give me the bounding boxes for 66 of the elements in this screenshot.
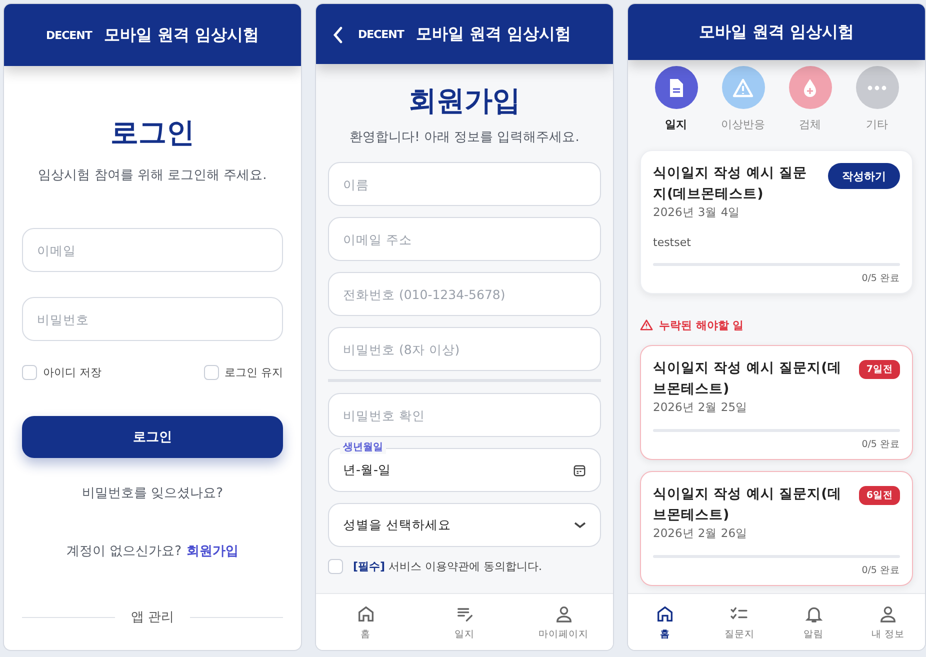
page-subtitle: 임상시험 참여를 위해 로그인해 주세요. [37, 167, 268, 184]
checkbox[interactable] [204, 365, 218, 380]
input-field[interactable]: 비밀번호 확인 [328, 393, 601, 437]
home-icon [356, 604, 376, 624]
input-field[interactable]: 이메일 [22, 228, 283, 272]
section-heading: 누락된 해야할 일 [659, 318, 744, 333]
nav-tab[interactable]: 마이페이지 [514, 594, 613, 650]
task-date: 2026년 2월 26일 [653, 526, 749, 541]
home-icon [655, 604, 676, 624]
chevron-down-icon [574, 521, 586, 529]
header-title: 모바일 원격 임상시험 [416, 24, 572, 44]
calendar-icon [573, 464, 586, 476]
overdue-badge: 7일전 [859, 360, 900, 379]
header-title: 모바일 원격 임상시험 [104, 24, 260, 46]
input-field[interactable]: 이름 [328, 162, 601, 206]
task-title: 식이일지 작성 예시 질문지(데브몬테스트) [653, 358, 842, 399]
checkbox-label: 로그인 유지 [224, 365, 283, 380]
category-button[interactable]: 일지 [646, 66, 706, 132]
input-field[interactable]: 비밀번호 (8자 이상) [328, 327, 601, 371]
checkbox[interactable] [328, 559, 343, 574]
signup-prompt: 계정이 없으신가요? [66, 543, 182, 560]
category-button[interactable]: 기타 [847, 66, 907, 132]
nav-tab[interactable]: 일지 [415, 594, 514, 650]
nav-tab[interactable]: 알림 [776, 594, 851, 650]
nav-tab[interactable]: 홈 [316, 594, 415, 650]
agreement-text: [필수] 서비스 이용약관에 동의합니다. [353, 559, 542, 574]
user-icon [878, 604, 898, 624]
back-icon[interactable] [332, 26, 344, 44]
write-button[interactable]: 작성하기 [828, 163, 900, 189]
category-button[interactable]: 이상반응 [713, 66, 773, 132]
overdue-badge: 6일전 [859, 486, 900, 505]
drop-icon [802, 78, 818, 98]
nav-tab[interactable]: 내 정보 [850, 594, 925, 650]
page-title: 회원가입 [408, 83, 522, 119]
progress-text: 0/5 완료 [860, 438, 900, 451]
select-field[interactable]: 성별을 선택하세요 [328, 503, 601, 547]
task-title: 식이일지 작성 예시 질문지(데브몬테스트) [653, 484, 842, 525]
nav-tab[interactable]: 홈 [628, 594, 702, 650]
input-field[interactable]: 이메일 주소 [328, 217, 601, 261]
logo: DECENT [358, 28, 404, 40]
checkbox-label: 아이디 저장 [43, 365, 102, 380]
task-date: 2026년 2월 25일 [653, 400, 749, 415]
nav-tab[interactable]: 질문지 [702, 594, 776, 650]
task-title: 식이일지 작성 예시 질문지(데브몬테스트) [653, 164, 808, 204]
page-title: 로그인 [110, 115, 196, 151]
input-field[interactable]: 비밀번호 [22, 297, 283, 341]
signup-link[interactable]: 회원가입 [186, 542, 239, 560]
login-button[interactable]: 로그인 [22, 416, 283, 458]
logo: DECENT [46, 28, 92, 42]
task-note: testset [653, 236, 692, 249]
forgot-password-link[interactable]: 비밀번호를 잊으셨나요? [82, 484, 224, 502]
user-icon [554, 604, 574, 624]
progress-text: 0/5 완료 [860, 564, 900, 577]
warning-icon [732, 78, 754, 98]
page-subtitle: 환영합니다! 아래 정보를 입력해주세요. [348, 129, 580, 146]
progress-text: 0/5 완료 [860, 272, 900, 285]
field-label: 생년월일 [340, 440, 386, 454]
section-label: 앱 관리 [130, 609, 174, 626]
category-button[interactable]: 검체 [780, 66, 840, 132]
input-field[interactable]: 전화번호 (010-1234-5678) [328, 272, 601, 316]
task-date: 2026년 3월 4일 [653, 204, 742, 220]
header-title: 모바일 원격 임상시험 [698, 22, 854, 42]
more-icon [867, 84, 887, 90]
checkbox[interactable] [22, 365, 37, 380]
document-icon [667, 78, 685, 98]
warning-icon [640, 319, 653, 332]
